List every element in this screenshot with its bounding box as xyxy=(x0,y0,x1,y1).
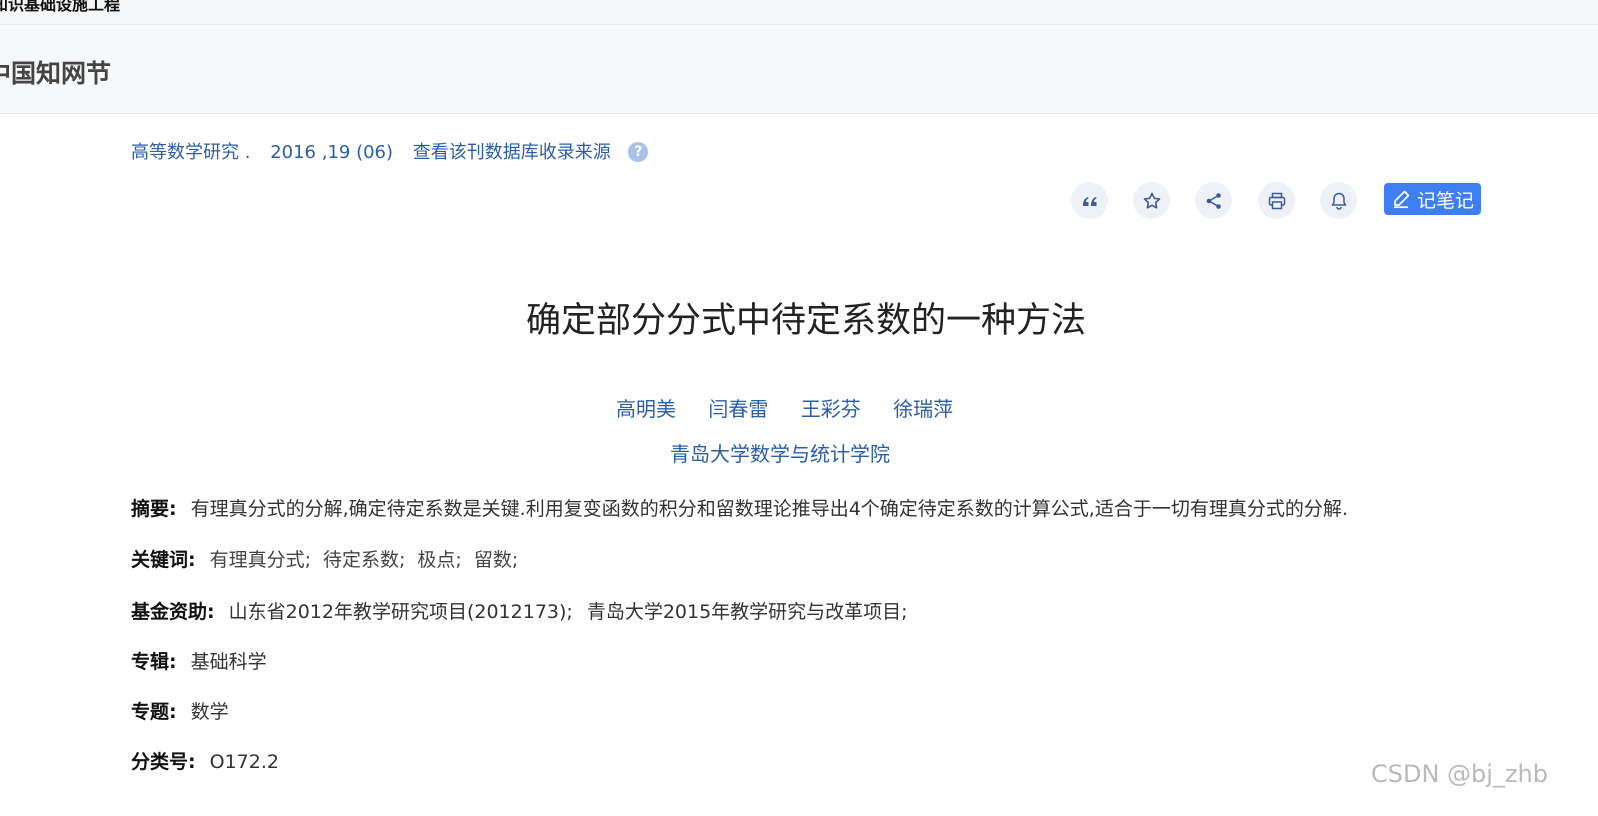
subscribe-button[interactable] xyxy=(1320,182,1357,219)
take-note-label: 记笔记 xyxy=(1416,189,1474,212)
journal-link[interactable]: 高等数学研究 . xyxy=(131,138,250,164)
keyword-link[interactable]: 待定系数; xyxy=(323,549,405,571)
author-link[interactable]: 王彩芬 xyxy=(801,397,861,421)
topic-row: 专题: 数学 xyxy=(131,697,229,724)
topic-label: 专题: xyxy=(131,701,177,723)
page-header: 中国知网节 xyxy=(0,25,1598,114)
keyword-link[interactable]: 极点; xyxy=(417,549,461,571)
page-header-title: 中国知网节 xyxy=(0,59,112,88)
favorite-button[interactable] xyxy=(1133,182,1170,219)
abstract-text: 有理真分式的分解,确定待定系数是关键.利用复变函数的积分和留数理论推导出4个确定… xyxy=(190,498,1348,520)
quote-button[interactable] xyxy=(1071,182,1108,219)
keyword-link[interactable]: 留数; xyxy=(474,549,518,571)
pencil-icon xyxy=(1393,190,1410,209)
classification-row: 分类号: O172.2 xyxy=(131,747,279,774)
article-title: 确定部分分式中待定系数的一种方法 xyxy=(525,301,1086,341)
share-button[interactable] xyxy=(1195,182,1232,219)
share-icon xyxy=(1206,192,1221,209)
keywords-row: 关键词: 有理真分式; 待定系数; 极点; 留数; xyxy=(131,545,530,572)
topic-value: 数学 xyxy=(190,701,229,723)
bell-icon xyxy=(1331,192,1346,210)
issue-link[interactable]: 2016 ,19 (06) xyxy=(270,142,393,163)
classification-value: O172.2 xyxy=(209,751,279,773)
author-link[interactable]: 徐瑞萍 xyxy=(893,397,953,421)
fund-label: 基金资助: xyxy=(131,601,215,623)
keywords-label: 关键词: xyxy=(131,549,196,571)
affiliation-link[interactable]: 青岛大学数学与统计学院 xyxy=(670,438,890,467)
author-list: 高明美 闫春雷 王彩芬 徐瑞萍 xyxy=(616,393,979,422)
star-icon xyxy=(1143,192,1160,209)
source-line: 高等数学研究 . 2016 ,19 (06) 查看该刊数据库收录来源 ? xyxy=(131,138,649,164)
author-link[interactable]: 高明美 xyxy=(616,397,676,421)
print-icon xyxy=(1268,192,1285,209)
fund-row: 基金资助: 山东省2012年教学研究项目(2012173); 青岛大学2015年教学… xyxy=(131,597,922,624)
fund-link[interactable]: 山东省2012年教学研究项目(2012173); xyxy=(229,601,573,623)
keyword-link[interactable]: 有理真分式; xyxy=(210,549,311,571)
abstract-label: 摘要: xyxy=(131,498,177,520)
site-title: 知识基础设施工程 xyxy=(0,0,121,14)
album-value: 基础科学 xyxy=(190,651,267,673)
help-icon[interactable]: ? xyxy=(628,142,649,162)
print-button[interactable] xyxy=(1258,182,1295,219)
top-bar: 知识基础设施工程 xyxy=(0,0,1598,25)
db-source-link[interactable]: 查看该刊数据库收录来源 xyxy=(413,138,611,164)
album-row: 专辑: 基础科学 xyxy=(131,647,267,674)
album-label: 专辑: xyxy=(131,651,177,673)
classification-label: 分类号: xyxy=(131,751,196,773)
take-note-button[interactable]: 记笔记 xyxy=(1384,183,1481,215)
watermark: CSDN @bj_zhb xyxy=(1371,760,1548,788)
fund-link[interactable]: 青岛大学2015年教学研究与改革项目; xyxy=(587,601,908,623)
abstract-row: 摘要: 有理真分式的分解,确定待定系数是关键.利用复变函数的积分和留数理论推导出4… xyxy=(131,494,1348,521)
quote-icon xyxy=(1082,196,1097,206)
author-link[interactable]: 闫春雷 xyxy=(708,397,768,421)
